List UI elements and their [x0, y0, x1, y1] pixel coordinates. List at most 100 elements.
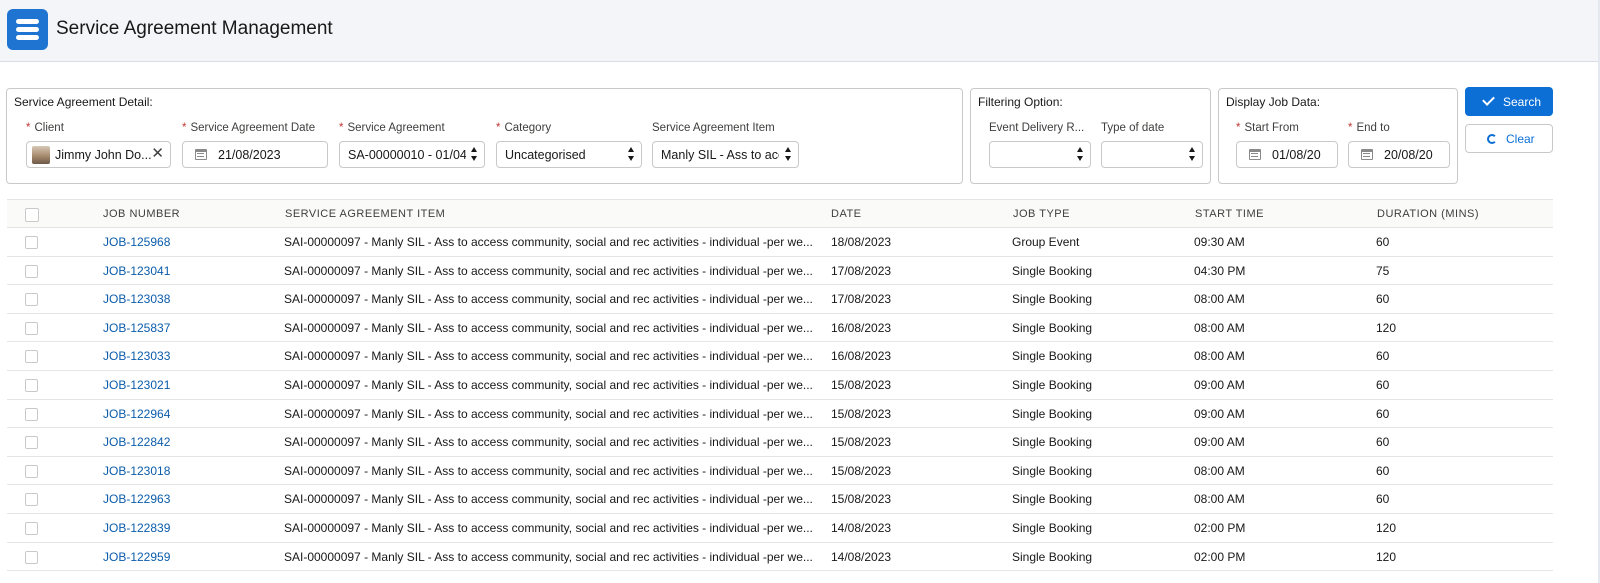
job-number-link[interactable]: JOB-123018 [103, 464, 170, 478]
client-lookup-pill[interactable]: Jimmy John Do... ✕ [26, 141, 171, 168]
row-checkbox[interactable] [25, 493, 38, 507]
service-agreement-item-select[interactable]: Manly SIL - Ass to acce [652, 141, 799, 168]
job-number-link[interactable]: JOB-125968 [103, 235, 170, 249]
column-header-date[interactable]: DATE [831, 208, 862, 220]
table-row: JOB-122959 SAI-00000097 - Manly SIL - Ass… [7, 543, 1553, 572]
client-label: Client [34, 122, 64, 134]
clear-button-label: Clear [1506, 132, 1535, 146]
item-value: Manly SIL - Ass to acce [661, 148, 779, 162]
event-delivery-field: Event Delivery R... [989, 120, 1091, 168]
duration-cell: 60 [1376, 435, 1390, 450]
search-button[interactable]: Search [1465, 87, 1553, 116]
table-body: JOB-125968 SAI-00000097 - Manly SIL - Ass… [7, 228, 1553, 572]
job-type-cell: Single Booking [1012, 320, 1093, 335]
table-row: JOB-122964 SAI-00000097 - Manly SIL - Ass… [7, 400, 1553, 429]
close-icon[interactable]: ✕ [151, 145, 164, 163]
service-agreement-field: * Service Agreement SA-00000010 - 01/04 [339, 120, 485, 168]
start-time-cell: 09:30 AM [1194, 235, 1245, 249]
table-row: JOB-123021 SAI-00000097 - Manly SIL - Ass… [7, 371, 1553, 400]
required-asterisk: * [26, 122, 31, 134]
row-checkbox[interactable] [25, 293, 38, 307]
job-number-link[interactable]: JOB-123041 [103, 264, 170, 278]
duration-cell: 75 [1376, 263, 1390, 278]
calendar-icon[interactable] [195, 149, 207, 160]
start-time-cell: 08:00 AM [1194, 463, 1245, 478]
duration-cell: 120 [1376, 549, 1397, 564]
service-agreement-item-cell: SAI-00000097 - Manly SIL - Ass to access… [284, 463, 813, 478]
start-time-cell: 09:00 AM [1194, 406, 1245, 421]
row-checkbox[interactable] [25, 550, 38, 564]
job-number-link[interactable]: JOB-123021 [103, 378, 170, 392]
clear-button[interactable]: Clear [1465, 124, 1553, 153]
category-field: * Category Uncategorised [496, 120, 642, 168]
job-number-link[interactable]: JOB-122839 [103, 521, 170, 535]
required-asterisk: * [1348, 122, 1353, 134]
job-number-link[interactable]: JOB-122959 [103, 550, 170, 564]
job-type-cell: Single Booking [1012, 492, 1093, 507]
end-to-field: * End to 20/08/20 [1348, 120, 1450, 168]
event-delivery-select[interactable] [989, 141, 1091, 168]
category-label: Category [504, 122, 552, 134]
job-type-cell: Single Booking [1012, 349, 1093, 364]
select-arrows-icon [1077, 147, 1084, 161]
start-time-cell: 04:30 PM [1194, 263, 1246, 278]
job-number-link[interactable]: JOB-123038 [103, 292, 170, 306]
end-to-input[interactable]: 20/08/20 [1348, 141, 1450, 168]
category-select[interactable]: Uncategorised [496, 141, 642, 168]
duration-cell: 120 [1376, 320, 1397, 335]
column-header-start-time[interactable]: START TIME [1195, 208, 1264, 220]
row-checkbox[interactable] [25, 264, 38, 278]
column-header-job-number[interactable]: JOB NUMBER [103, 208, 180, 220]
table-row: JOB-123018 SAI-00000097 - Manly SIL - Ass… [7, 457, 1553, 486]
row-checkbox[interactable] [25, 350, 38, 364]
refresh-icon [1487, 134, 1497, 144]
start-time-cell: 09:00 AM [1194, 377, 1245, 392]
table-row: JOB-123033 SAI-00000097 - Manly SIL - Ass… [7, 342, 1553, 371]
job-number-link[interactable]: JOB-122964 [103, 407, 170, 421]
job-type-cell: Single Booking [1012, 406, 1093, 421]
type-of-date-select[interactable] [1101, 141, 1203, 168]
event-delivery-label: Event Delivery R... [989, 122, 1085, 134]
service-agreement-item-field: Service Agreement Item Manly SIL - Ass t… [652, 120, 799, 168]
column-header-job-type[interactable]: JOB TYPE [1013, 208, 1070, 220]
job-number-link[interactable]: JOB-125837 [103, 321, 170, 335]
job-number-link[interactable]: JOB-122963 [103, 492, 170, 506]
required-asterisk: * [182, 122, 187, 134]
service-agreement-item-cell: SAI-00000097 - Manly SIL - Ass to access… [284, 320, 813, 335]
service-agreement-select[interactable]: SA-00000010 - 01/04 [339, 141, 485, 168]
row-checkbox[interactable] [25, 407, 38, 421]
column-header-duration[interactable]: DURATION (MINS) [1377, 208, 1479, 220]
service-agreement-date-field: * Service Agreement Date 21/08/2023 [182, 120, 328, 168]
start-time-cell: 08:00 AM [1194, 349, 1245, 364]
row-checkbox[interactable] [25, 321, 38, 335]
select-all-checkbox[interactable] [25, 208, 39, 222]
page-title: Service Agreement Management [56, 18, 333, 39]
calendar-icon[interactable] [1361, 149, 1373, 160]
column-header-service-agreement-item[interactable]: SERVICE AGREEMENT ITEM [285, 208, 445, 220]
row-checkbox[interactable] [25, 236, 38, 249]
job-type-cell: Single Booking [1012, 463, 1093, 478]
calendar-icon[interactable] [1249, 149, 1261, 160]
search-button-label: Search [1503, 95, 1542, 109]
start-time-cell: 02:00 PM [1194, 520, 1246, 535]
table-row: JOB-122963 SAI-00000097 - Manly SIL - Ass… [7, 485, 1553, 514]
service-agreement-item-cell: SAI-00000097 - Manly SIL - Ass to access… [284, 435, 813, 450]
row-checkbox[interactable] [25, 464, 38, 478]
service-agreement-date-input[interactable]: 21/08/2023 [182, 141, 328, 168]
client-value: Jimmy John Do... [55, 148, 151, 162]
table-row: JOB-123041 SAI-00000097 - Manly SIL - Ass… [7, 257, 1553, 286]
job-type-cell: Group Event [1012, 235, 1080, 249]
client-avatar [32, 146, 50, 164]
start-from-input[interactable]: 01/08/20 [1236, 141, 1338, 168]
date-cell: 14/08/2023 [831, 549, 892, 564]
row-checkbox[interactable] [25, 436, 38, 450]
table-header: JOB NUMBER SERVICE AGREEMENT ITEM DATE J… [7, 199, 1553, 228]
service-agreement-item-cell: SAI-00000097 - Manly SIL - Ass to access… [284, 235, 813, 249]
row-checkbox[interactable] [25, 521, 38, 535]
job-number-link[interactable]: JOB-123033 [103, 349, 170, 363]
list-app-icon [7, 9, 48, 50]
row-checkbox[interactable] [25, 378, 38, 392]
end-to-value: 20/08/20 [1384, 148, 1433, 162]
job-number-link[interactable]: JOB-122842 [103, 435, 170, 449]
select-arrows-icon [628, 147, 635, 161]
